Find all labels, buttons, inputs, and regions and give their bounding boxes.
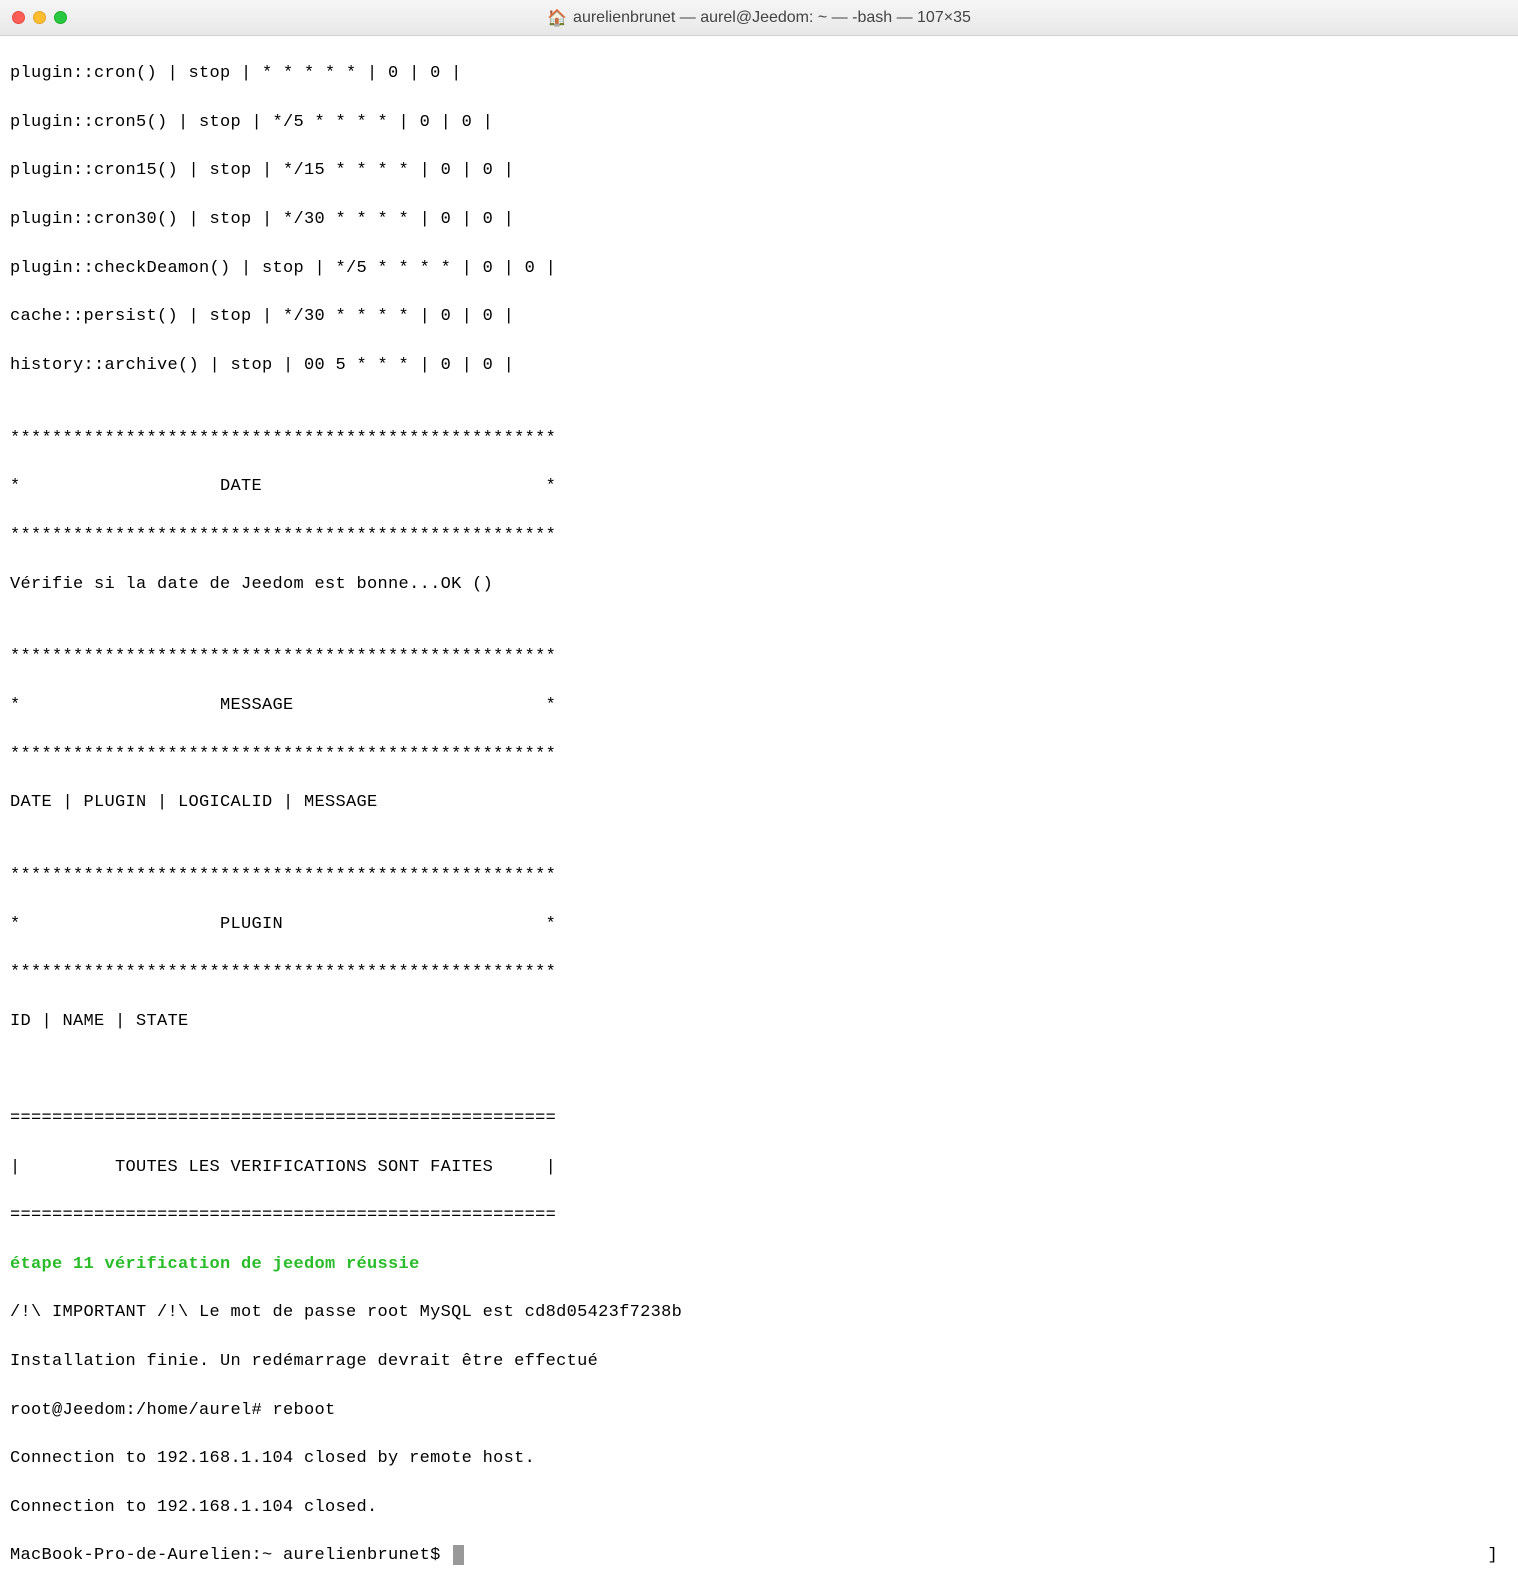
output-line: ****************************************… [10,427,1508,451]
output-line: cache::persist() | stop | */30 * * * * |… [10,305,1508,329]
title-label: aurelienbrunet — aurel@Jeedom: ~ — -bash… [573,9,971,27]
cursor [453,1545,464,1565]
output-line: Connection to 192.168.1.104 closed. [10,1496,1508,1520]
output-line: Vérifie si la date de Jeedom est bonne..… [10,573,1508,597]
output-line: ****************************************… [10,645,1508,669]
output-line: | TOUTES LES VERIFICATIONS SONT FAITES | [10,1156,1508,1180]
output-line: plugin::checkDeamon() | stop | */5 * * *… [10,257,1508,281]
output-line: ID | NAME | STATE [10,1010,1508,1034]
output-line: ****************************************… [10,864,1508,888]
window-title: 🏠 aurelienbrunet — aurel@Jeedom: ~ — -ba… [547,8,971,28]
output-line: plugin::cron() | stop | * * * * * | 0 | … [10,62,1508,86]
output-line: ========================================… [10,1107,1508,1131]
output-line: Installation finie. Un redémarrage devra… [10,1350,1508,1374]
prompt-text: root@Jeedom:/home/aurel# reboot [10,1401,336,1420]
output-line: * DATE * [10,475,1508,499]
output-line: * PLUGIN * [10,913,1508,937]
output-line: ****************************************… [10,961,1508,985]
output-line: * MESSAGE * [10,694,1508,718]
close-button[interactable] [12,11,25,24]
window-title-bar: 🏠 aurelienbrunet — aurel@Jeedom: ~ — -ba… [0,0,1518,36]
prompt-line[interactable]: [MacBook-Pro-de-Aurelien:~ aurelienbrune… [10,1544,1508,1568]
output-line: history::archive() | stop | 00 5 * * * |… [10,354,1508,378]
output-line: ========================================… [10,1204,1508,1228]
output-line: plugin::cron15() | stop | */15 * * * * |… [10,159,1508,183]
output-line: ****************************************… [10,524,1508,548]
maximize-button[interactable] [54,11,67,24]
minimize-button[interactable] [33,11,46,24]
terminal-output[interactable]: plugin::cron() | stop | * * * * * | 0 | … [0,36,1518,1595]
output-line: plugin::cron5() | stop | */5 * * * * | 0… [10,111,1508,135]
output-line: Connection to 192.168.1.104 closed by re… [10,1447,1508,1471]
output-line: DATE | PLUGIN | LOGICALID | MESSAGE [10,791,1508,815]
output-line: plugin::cron30() | stop | */30 * * * * |… [10,208,1508,232]
output-line-success: étape 11 vérification de jeedom réussie [10,1253,1508,1277]
right-bracket: ] [1487,1544,1508,1568]
prompt-text: MacBook-Pro-de-Aurelien:~ aurelienbrunet… [10,1546,451,1565]
window-controls [0,11,67,24]
output-line: ****************************************… [10,743,1508,767]
home-icon: 🏠 [547,8,567,28]
prompt-line: [root@Jeedom:/home/aurel# reboot [10,1399,1508,1423]
output-line: /!\ IMPORTANT /!\ Le mot de passe root M… [10,1301,1508,1325]
